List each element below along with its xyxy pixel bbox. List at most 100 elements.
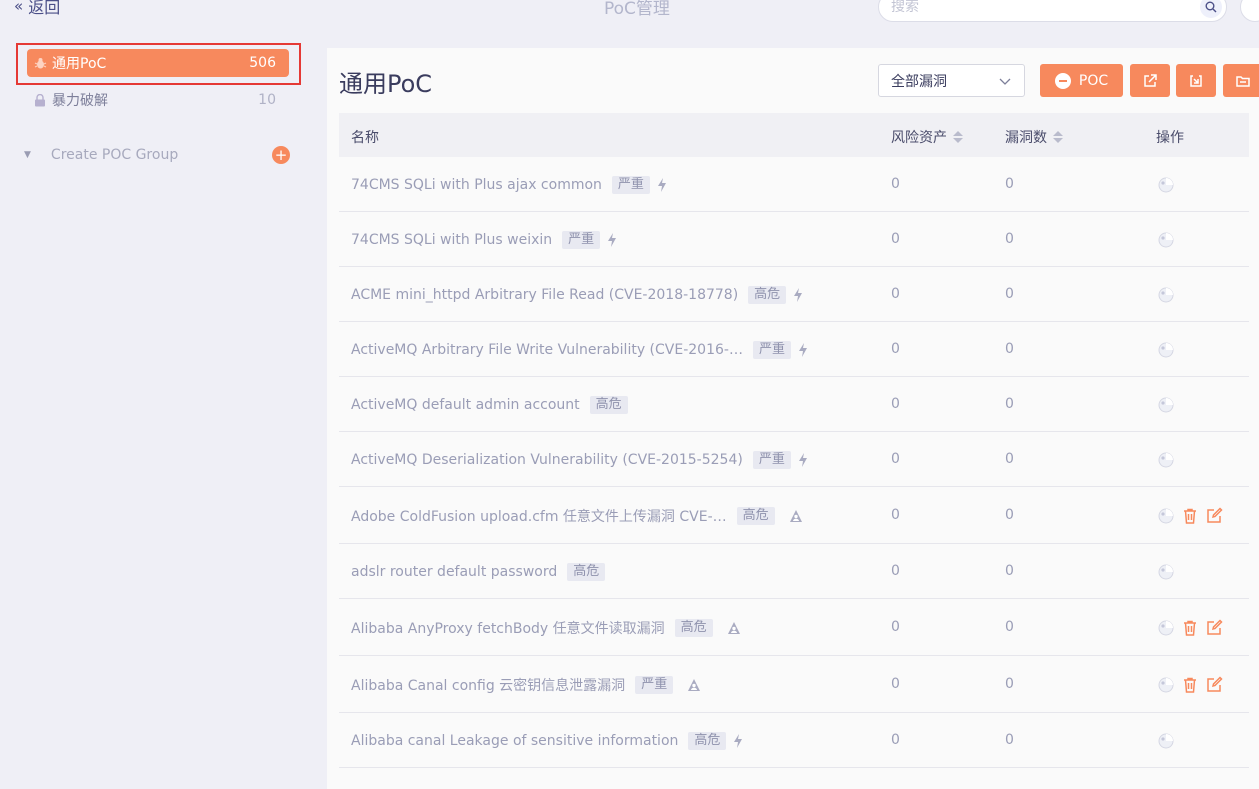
create-group-label: Create POC Group: [50, 147, 179, 163]
edit-icon[interactable]: [1204, 675, 1224, 695]
risk-assets-count: 0: [891, 619, 900, 635]
poc-name[interactable]: 74CMS SQLi with Plus weixin: [351, 232, 552, 248]
table-row[interactable]: 74CMS SQLi with Plus weixin 严重 0 0: [339, 212, 1249, 267]
search-input[interactable]: [879, 0, 1179, 21]
scan-icon[interactable]: [1156, 395, 1176, 415]
double-chevron-left-icon: «: [14, 0, 23, 15]
vuln-count: 0: [1005, 396, 1014, 412]
vuln-filter-select[interactable]: 全部漏洞: [878, 64, 1025, 97]
add-group-icon[interactable]: +: [272, 146, 290, 164]
scan-icon[interactable]: [1156, 506, 1176, 526]
import-button[interactable]: [1176, 64, 1216, 97]
edit-icon[interactable]: [1204, 506, 1224, 526]
lightning-icon: [656, 177, 670, 193]
folder-icon: [1236, 75, 1250, 87]
risk-assets-count: 0: [891, 507, 900, 523]
poc-name[interactable]: adslr router default password: [351, 564, 557, 580]
table-row[interactable]: adslr router default password 高危 0 0: [339, 544, 1249, 599]
table-row[interactable]: ACME mini_httpd Arbitrary File Read (CVE…: [339, 267, 1249, 322]
create-poc-group[interactable]: ▼ Create POC Group +: [22, 144, 290, 166]
sidebar-item-label: 通用PoC: [52, 56, 107, 72]
poc-name-cell: 74CMS SQLi with Plus ajax common 严重: [351, 175, 670, 195]
risk-assets-count: 0: [891, 732, 900, 748]
column-name-label: 名称: [351, 130, 379, 146]
table-row[interactable]: ActiveMQ Arbitrary File Write Vulnerabil…: [339, 322, 1249, 377]
poc-name[interactable]: Alibaba Canal config 云密钥信息泄露漏洞: [351, 675, 625, 695]
poc-name[interactable]: 74CMS SQLi with Plus ajax common: [351, 177, 602, 193]
severity-badge: 高危: [567, 563, 606, 581]
bug-icon: [33, 56, 47, 70]
risk-assets-count: 0: [891, 563, 900, 579]
poc-name[interactable]: ACME mini_httpd Arbitrary File Read (CVE…: [351, 287, 738, 303]
severity-badge: 高危: [736, 507, 775, 525]
sort-icon[interactable]: [953, 131, 963, 143]
vuln-count: 0: [1005, 676, 1014, 692]
user-icon: [789, 508, 803, 524]
scan-icon[interactable]: [1156, 618, 1176, 638]
scan-icon[interactable]: [1156, 450, 1176, 470]
row-actions: [1156, 506, 1224, 526]
sidebar-item-brute-force[interactable]: 暴力破解 10: [27, 86, 289, 114]
table-row[interactable]: Alibaba Canal config 云密钥信息泄露漏洞 严重 0 0: [339, 656, 1249, 713]
table-row[interactable]: Alibaba canal Leakage of sensitive infor…: [339, 713, 1249, 768]
user-icon: [727, 620, 741, 636]
table-row[interactable]: ActiveMQ Deserialization Vulnerability (…: [339, 432, 1249, 487]
table-row[interactable]: 74CMS SQLi with Plus ajax common 严重 0 0: [339, 157, 1249, 212]
main-panel: 通用PoC 全部漏洞 POC 名称 风险资产 漏洞数 操作 74CMS SQLi…: [327, 48, 1259, 789]
vuln-count: 0: [1005, 341, 1014, 357]
table-row[interactable]: ActiveMQ default admin account 高危 0 0: [339, 377, 1249, 432]
vuln-count: 0: [1005, 286, 1014, 302]
scan-icon[interactable]: [1156, 340, 1176, 360]
column-vuln-count[interactable]: 漏洞数: [1005, 127, 1063, 147]
delete-icon[interactable]: [1180, 618, 1200, 638]
scan-icon[interactable]: [1156, 562, 1176, 582]
scan-icon[interactable]: [1156, 731, 1176, 751]
caret-down-icon: ▼: [24, 150, 31, 160]
export-icon[interactable]: [1240, 0, 1259, 22]
lightning-icon: [797, 342, 811, 358]
poc-name-cell: Alibaba canal Leakage of sensitive infor…: [351, 731, 746, 751]
poc-name[interactable]: ActiveMQ Deserialization Vulnerability (…: [351, 452, 743, 468]
scan-icon[interactable]: [1156, 230, 1176, 250]
poc-name[interactable]: Adobe ColdFusion upload.cfm 任意文件上传漏洞 CVE…: [351, 506, 727, 526]
sort-icon[interactable]: [1053, 131, 1063, 143]
sidebar-item-general-poc[interactable]: 通用PoC 506: [27, 49, 289, 77]
table-row[interactable]: Alibaba AnyProxy fetchBody 任意文件读取漏洞 高危 0 0: [339, 599, 1249, 656]
folder-button[interactable]: [1223, 64, 1259, 97]
row-actions: [1156, 175, 1176, 195]
add-poc-button[interactable]: POC: [1040, 64, 1123, 97]
scan-icon[interactable]: [1156, 175, 1176, 195]
column-actions-label: 操作: [1156, 130, 1184, 146]
severity-badge: 严重: [752, 451, 791, 469]
column-risk-assets[interactable]: 风险资产: [891, 127, 963, 147]
top-bar: « 返回 PoC管理: [0, 0, 1259, 24]
back-label: 返回: [28, 0, 61, 17]
severity-badge: 高危: [748, 286, 787, 304]
row-actions: [1156, 450, 1176, 470]
delete-icon[interactable]: [1180, 675, 1200, 695]
poc-name[interactable]: Alibaba canal Leakage of sensitive infor…: [351, 733, 678, 749]
row-actions: [1156, 731, 1176, 751]
poc-name[interactable]: Alibaba AnyProxy fetchBody 任意文件读取漏洞: [351, 618, 665, 638]
poc-name[interactable]: ActiveMQ Arbitrary File Write Vulnerabil…: [351, 342, 743, 358]
user-icon: [687, 677, 701, 693]
poc-name-cell: Adobe ColdFusion upload.cfm 任意文件上传漏洞 CVE…: [351, 506, 803, 526]
risk-assets-count: 0: [891, 341, 900, 357]
table-row[interactable]: Adobe ColdFusion upload.cfm 任意文件上传漏洞 CVE…: [339, 487, 1249, 544]
poc-name-cell: ACME mini_httpd Arbitrary File Read (CVE…: [351, 285, 806, 305]
column-name: 名称: [351, 127, 379, 147]
vuln-count: 0: [1005, 231, 1014, 247]
chevron-down-icon: [998, 74, 1012, 92]
poc-name-cell: ActiveMQ Deserialization Vulnerability (…: [351, 450, 811, 470]
vuln-count: 0: [1005, 507, 1014, 523]
delete-icon[interactable]: [1180, 506, 1200, 526]
scan-icon[interactable]: [1156, 285, 1176, 305]
scan-icon[interactable]: [1156, 675, 1176, 695]
poc-name[interactable]: ActiveMQ default admin account: [351, 397, 580, 413]
vuln-count: 0: [1005, 732, 1014, 748]
export-button[interactable]: [1130, 64, 1170, 97]
back-button[interactable]: « 返回: [14, 0, 60, 18]
severity-badge: 严重: [752, 341, 791, 359]
edit-icon[interactable]: [1204, 618, 1224, 638]
search-icon[interactable]: [1200, 0, 1222, 18]
